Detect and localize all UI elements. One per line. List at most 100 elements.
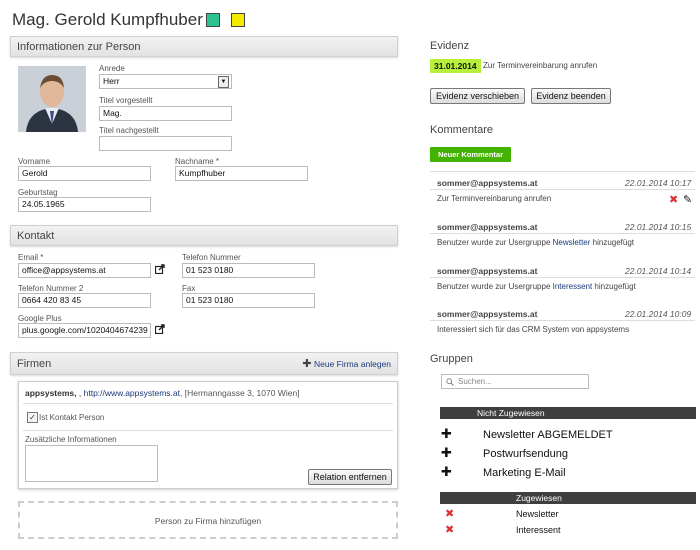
group-row: ✚ Postwurfsendung <box>440 445 696 463</box>
vorname-label: Vorname <box>18 157 51 166</box>
divider <box>430 320 695 321</box>
comment-text-post: hinzugefügt <box>592 282 636 291</box>
comment-text-post: hinzugefügt <box>590 238 635 247</box>
comment-author: sommer@appsystems.at <box>437 222 538 232</box>
comment-text-pre: Benutzer wurde zur Usergruppe <box>437 238 553 247</box>
comment-date: 22.01.2014 10:09 <box>625 309 692 319</box>
evidenz-date: 31.01.2014 <box>430 59 481 73</box>
external-link-icon[interactable] <box>155 264 165 274</box>
group-label: Interessent <box>516 525 561 535</box>
evidenz-text: Zur Terminvereinbarung anrufen <box>483 61 598 70</box>
add-cross-icon[interactable]: ✚ <box>441 426 452 442</box>
comment-text: Benutzer wurde zur Usergruppe Newsletter… <box>437 238 634 247</box>
firma-address: , [Hermanngasse 3, 1070 Wien] <box>180 388 300 398</box>
evidenz-verschieben-button[interactable]: Evidenz verschieben <box>430 88 525 104</box>
search-placeholder: Suchen... <box>458 377 492 386</box>
group-label: Newsletter ABGEMELDET <box>483 429 613 441</box>
tag-color-green[interactable] <box>206 13 220 27</box>
telefon2-input[interactable]: 0664 420 83 45 <box>18 293 151 308</box>
firma-name: appsystems, <box>25 388 77 398</box>
firma-sep: , <box>78 388 82 398</box>
chevron-down-icon[interactable]: ▼ <box>218 76 229 88</box>
comment-date: 22.01.2014 10:17 <box>625 178 692 188</box>
divider <box>23 403 393 404</box>
titel-nach-input[interactable] <box>99 136 232 151</box>
divider <box>430 233 695 234</box>
assigned-header: Zugewiesen <box>440 492 696 504</box>
fax-label: Fax <box>182 284 196 293</box>
divider <box>430 277 695 278</box>
add-cross-icon[interactable]: ✚ <box>441 445 452 461</box>
zusatz-textarea[interactable] <box>25 445 158 482</box>
not-assigned-header-label: Nicht Zugewiesen <box>477 408 545 418</box>
geburtstag-label: Geburtstag <box>18 188 58 197</box>
add-cross-icon[interactable]: ✚ <box>441 464 452 480</box>
email-input[interactable]: office@appsystems.at <box>18 263 151 278</box>
delete-icon[interactable]: ✖ <box>669 193 678 206</box>
anrede-select[interactable]: Herr ▼ <box>99 74 232 89</box>
group-row: ✖ Interessent <box>440 523 696 539</box>
edit-pencil-icon[interactable]: ✎ <box>683 193 692 206</box>
firmen-panel-title: Firmen <box>17 358 52 370</box>
evidenz-title: Evidenz <box>430 40 470 52</box>
anrede-value: Herr <box>103 76 120 86</box>
comment-text: Benutzer wurde zur Usergruppe Interessen… <box>437 282 636 291</box>
kontakt-person-checkbox[interactable]: ✓ <box>27 412 38 423</box>
group-row: ✚ Marketing E-Mail <box>440 464 696 482</box>
zusatz-label: Zusätzliche Informationen <box>25 435 117 444</box>
group-link[interactable]: Interessent <box>553 282 593 291</box>
fax-input[interactable]: 01 523 0180 <box>182 293 315 308</box>
geburtstag-input[interactable]: 24.05.1965 <box>18 197 151 212</box>
page-title: Mag. Gerold Kumpfhuber <box>12 10 203 29</box>
relation-entfernen-button[interactable]: Relation entfernen <box>308 469 392 485</box>
add-person-dropzone[interactable]: Person zu Firma hinzufügen <box>18 501 398 539</box>
add-person-label: Person zu Firma hinzufügen <box>154 516 262 526</box>
firma-url[interactable]: http://www.appsystems.at <box>84 388 180 398</box>
external-link-icon[interactable] <box>155 324 165 334</box>
titel-nach-label: Titel nachgestellt <box>99 126 159 135</box>
gplus-label: Google Plus <box>18 314 62 323</box>
neuer-kommentar-button[interactable]: Neuer Kommentar <box>430 147 511 162</box>
group-label: Postwurfsendung <box>483 448 568 460</box>
divider <box>430 189 695 190</box>
nachname-label: Nachname * <box>175 157 220 166</box>
telefon-input[interactable]: 01 523 0180 <box>182 263 315 278</box>
group-link[interactable]: Newsletter <box>553 238 591 247</box>
tag-color-yellow[interactable] <box>231 13 245 27</box>
firmen-panel-header: Firmen ✚ Neue Firma anlegen <box>10 352 398 375</box>
kontakt-person-label: Ist Kontakt Person <box>39 413 105 422</box>
email-label: Email * <box>18 253 43 262</box>
add-firma-button[interactable]: ✚ Neue Firma anlegen <box>302 353 391 375</box>
comment-author: sommer@appsystems.at <box>437 178 538 188</box>
group-row: ✖ Newsletter <box>440 507 696 523</box>
firma-line: appsystems, , http://www.appsystems.at, … <box>25 388 300 398</box>
comment-author: sommer@appsystems.at <box>437 309 538 319</box>
info-panel-header: Informationen zur Person <box>10 36 398 57</box>
person-photo <box>18 66 86 132</box>
group-label: Newsletter <box>516 509 559 519</box>
remove-icon[interactable]: ✖ <box>445 507 454 520</box>
group-label: Marketing E-Mail <box>483 467 566 479</box>
kontakt-panel-title: Kontakt <box>17 230 55 242</box>
kommentare-title: Kommentare <box>430 124 493 136</box>
gplus-input[interactable]: plus.google.com/1020404674239 <box>18 323 151 338</box>
comment-text: Zur Terminvereinbarung anrufen <box>437 194 552 203</box>
info-panel-title: Informationen zur Person <box>17 41 141 53</box>
email-label-text: Email * <box>18 253 44 262</box>
titel-vor-input[interactable]: Mag. <box>99 106 232 121</box>
comment-date: 22.01.2014 10:14 <box>625 266 692 276</box>
assigned-header-label: Zugewiesen <box>516 493 562 503</box>
evidenz-beenden-button[interactable]: Evidenz beenden <box>531 88 611 104</box>
divider <box>430 171 695 172</box>
titel-vor-label: Titel vorgestellt <box>99 96 153 105</box>
not-assigned-header: Nicht Zugewiesen <box>440 407 696 419</box>
nachname-input[interactable]: Kumpfhuber <box>175 166 308 181</box>
remove-icon[interactable]: ✖ <box>445 523 454 536</box>
gruppen-search-input[interactable]: Suchen... <box>441 374 589 389</box>
telefon2-label: Telefon Nummer 2 <box>18 284 84 293</box>
vorname-input[interactable]: Gerold <box>18 166 151 181</box>
divider <box>23 430 393 431</box>
comment-date: 22.01.2014 10:15 <box>625 222 692 232</box>
telefon-label: Telefon Nummer <box>182 253 241 262</box>
add-firma-label: Neue Firma anlegen <box>313 359 391 369</box>
